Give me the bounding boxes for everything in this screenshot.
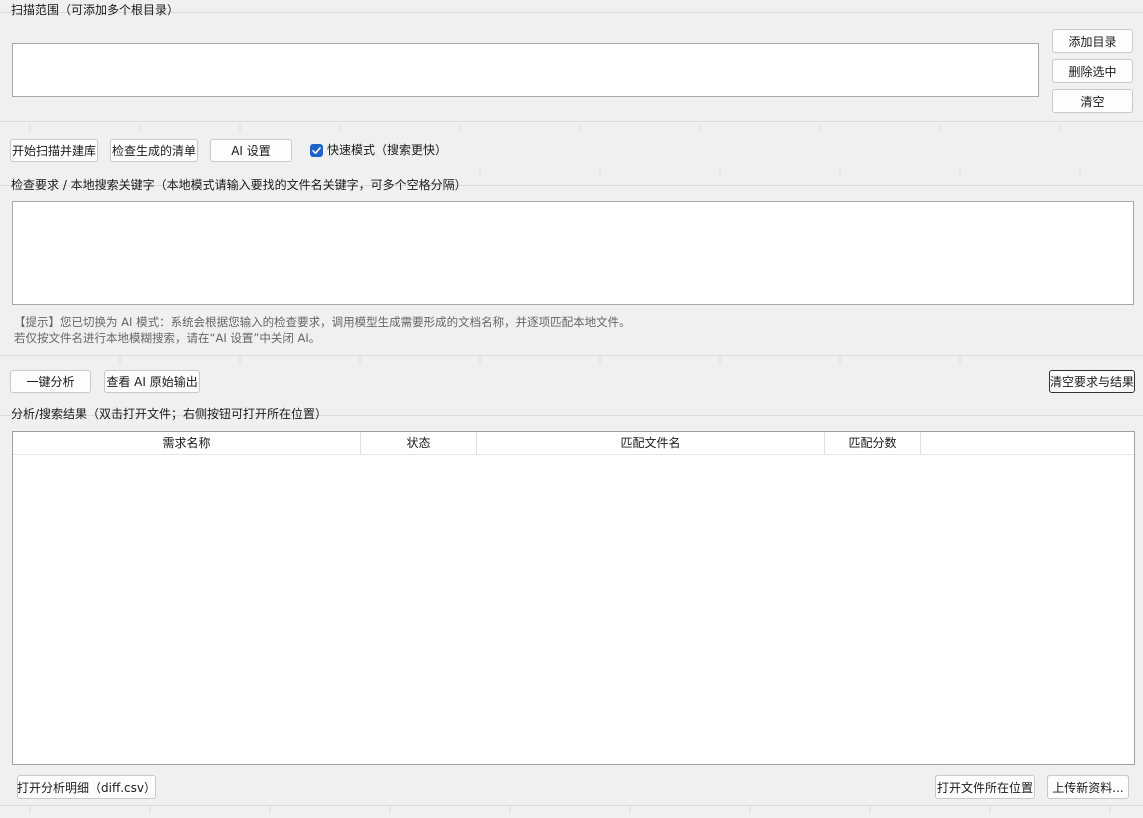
bottom-edge	[0, 805, 1143, 806]
ai-mode-hint-line1: 【提示】您已切换为 AI 模式：系统会根据您输入的检查要求，调用模型生成需要形成…	[14, 315, 631, 329]
open-diff-button[interactable]: 打开分析明细（diff.csv）	[17, 775, 156, 799]
column-header-matched-file[interactable]: 匹配文件名	[477, 432, 825, 454]
requirement-group-bottom	[0, 355, 1143, 356]
requirement-input[interactable]	[12, 201, 1134, 305]
check-list-button[interactable]: 检查生成的清单	[110, 139, 198, 162]
fast-mode-label[interactable]: 快速模式（搜索更快）	[327, 143, 447, 157]
ai-mode-hint-line2: 若仅按文件名进行本地模糊搜索，请在“AI 设置”中关闭 AI。	[14, 331, 321, 345]
column-header-status[interactable]: 状态	[361, 432, 477, 454]
view-ai-output-button[interactable]: 查看 AI 原始输出	[104, 370, 200, 393]
checkmark-icon	[312, 147, 321, 154]
ai-settings-button[interactable]: AI 设置	[210, 139, 292, 162]
results-group-label: 分析/搜索结果（双击打开文件；右侧按钮可打开所在位置）	[11, 407, 328, 421]
requirement-group-label: 检查要求 / 本地搜索关键字（本地模式请输入要找的文件名关键字，可多个空格分隔）	[11, 178, 467, 192]
scan-group-label: 扫描范围（可添加多个根目录）	[11, 3, 180, 17]
upload-new-materials-button[interactable]: 上传新资料...	[1047, 775, 1129, 799]
clear-requirements-results-button[interactable]: 清空要求与结果	[1049, 370, 1135, 393]
column-header-score[interactable]: 匹配分数	[825, 432, 921, 454]
one-click-analyze-button[interactable]: 一键分析	[10, 370, 91, 393]
remove-selected-button[interactable]: 删除选中	[1052, 59, 1133, 83]
add-directory-button[interactable]: 添加目录	[1052, 29, 1133, 53]
fast-mode-checkbox[interactable]	[310, 144, 323, 157]
scan-group-bottom	[0, 121, 1143, 122]
results-table[interactable]: 需求名称 状态 匹配文件名 匹配分数	[12, 431, 1135, 765]
scan-dir-list[interactable]	[12, 43, 1039, 97]
open-file-location-button[interactable]: 打开文件所在位置	[935, 775, 1035, 799]
results-table-header: 需求名称 状态 匹配文件名 匹配分数	[13, 432, 1134, 455]
column-header-requirement[interactable]: 需求名称	[13, 432, 361, 454]
start-scan-button[interactable]: 开始扫描并建库	[10, 139, 98, 162]
clear-dirs-button[interactable]: 清空	[1052, 89, 1133, 113]
